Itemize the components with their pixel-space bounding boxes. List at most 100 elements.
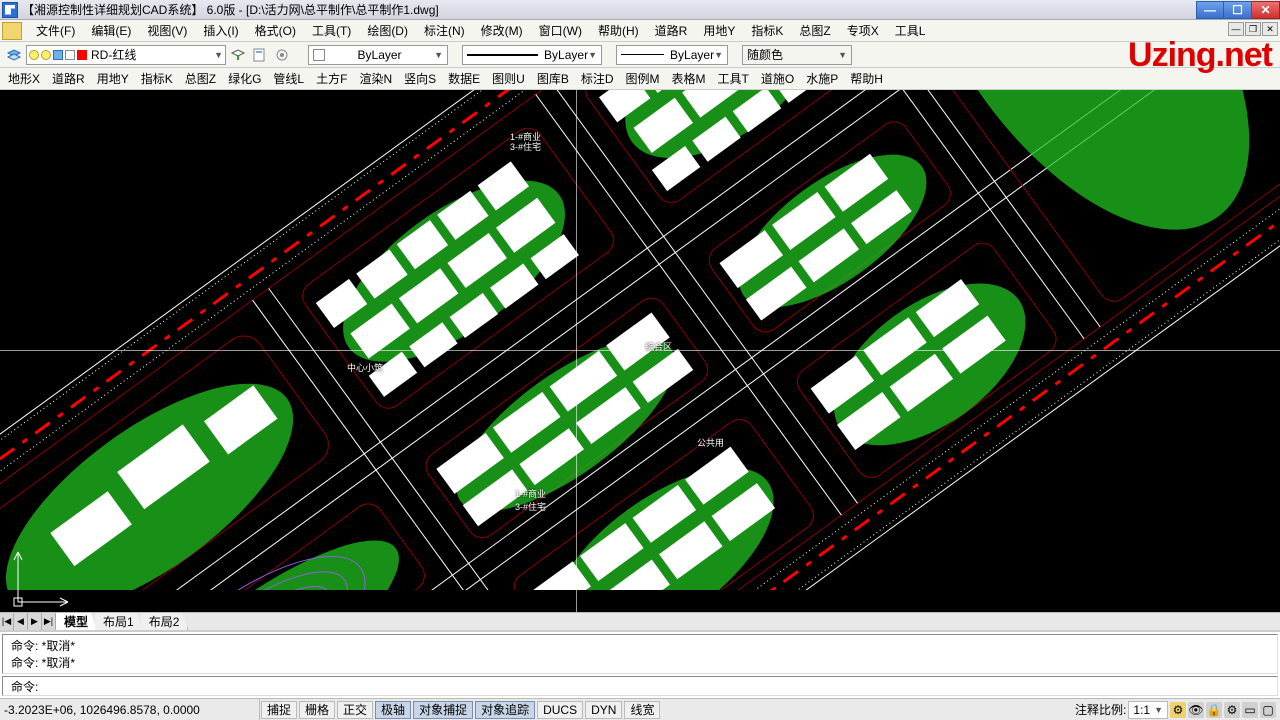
randcolor-value: 随颜色 [747,46,783,63]
brand-logo: Uzing.net [1128,36,1272,75]
t2-index[interactable]: 指标K [135,68,179,89]
tab-nav-prev[interactable]: ◀ [14,613,28,630]
t2-roadf[interactable]: 道施O [755,68,800,89]
dropdown-arrow-icon: ▼ [1154,705,1163,715]
coords-readout[interactable]: -3.2023E+06, 1026496.8578, 0.0000 [0,699,260,720]
toolbar-lock-icon[interactable]: ▭ [1242,702,1258,718]
t2-road[interactable]: 道路R [46,68,91,89]
menu-road[interactable]: 道路R [647,20,696,41]
layout-tabs: |◀ ◀ ▶ ▶| 模型 布局1 布局2 [0,612,1280,630]
mdi-controls: — ❐ ✕ [1227,22,1278,36]
t2-land[interactable]: 用地Y [91,68,135,89]
lock-icon [53,50,63,60]
menu-dim[interactable]: 标注(N) [416,20,473,41]
t2-green[interactable]: 绿化G [222,68,267,89]
statusbar: -3.2023E+06, 1026496.8578, 0.0000 捕捉 栅格 … [0,698,1280,720]
annotation-visibility-icon[interactable]: 👁 [1188,702,1204,718]
menu-land[interactable]: 用地Y [695,20,743,41]
tab-nav-next[interactable]: ▶ [28,613,42,630]
toggle-ducs[interactable]: DUCS [537,701,583,719]
t2-general[interactable]: 总图Z [179,68,222,89]
menu-index[interactable]: 指标K [743,20,791,41]
cmd-history-line: 命令: *取消* [11,637,1269,654]
color-swatch-icon [313,49,325,61]
toggle-dyn[interactable]: DYN [585,701,622,719]
layer-prev-icon[interactable] [228,45,248,65]
dropdown-arrow-icon: ▼ [714,50,723,60]
command-panel: 命令: *取消* 命令: *取消* 命令: *取消* 命令: [0,630,1280,698]
tab-layout1[interactable]: 布局1 [95,613,143,630]
layer-color-swatch [77,50,87,60]
mdi-restore-button[interactable]: ❐ [1245,22,1261,36]
linetype-combo[interactable]: ByLayer ▼ [462,45,602,65]
lineweight-combo[interactable]: ByLayer ▼ [616,45,728,65]
dropdown-arrow-icon: ▼ [588,50,597,60]
t2-dim[interactable]: 标注D [575,68,620,89]
scale-combo[interactable]: 1:1 ▼ [1128,701,1168,719]
t2-legend[interactable]: 图例M [620,68,666,89]
close-button[interactable]: ✕ [1252,1,1280,19]
mdi-close-button[interactable]: ✕ [1262,22,1278,36]
layer-state-icon[interactable] [250,45,270,65]
minimize-button[interactable]: — [1196,1,1224,19]
t2-lib[interactable]: 图库B [531,68,575,89]
app-menu-icon[interactable] [2,22,22,40]
color-combo[interactable]: ByLayer ▼ [308,45,448,65]
maximize-button[interactable]: ☐ [1224,1,1252,19]
cmd-history-line: 命令: *取消* [11,671,1269,674]
toggle-lweight[interactable]: 线宽 [624,701,660,719]
toggle-grid[interactable]: 栅格 [299,701,335,719]
t2-earth[interactable]: 土方F [310,68,353,89]
menu-modify[interactable]: 修改(M) [473,20,531,41]
layer-iso-icon[interactable] [272,45,292,65]
menu-special[interactable]: 专项X [839,20,887,41]
tab-nav-first[interactable]: |◀ [0,613,14,630]
t2-water[interactable]: 水施P [800,68,844,89]
toggle-polar[interactable]: 极轴 [375,701,411,719]
tab-layout2[interactable]: 布局2 [141,613,189,630]
menu-file[interactable]: 文件(F) [28,20,83,41]
randcolor-combo[interactable]: 随颜色 ▼ [742,45,852,65]
menu-view[interactable]: 视图(V) [139,20,195,41]
t2-tools[interactable]: 工具T [712,68,755,89]
cmd-history-line: 命令: *取消* [11,654,1269,671]
drawing-area[interactable]: 中心小筑 1-#商业 3-#住宅 综合区 公共用 1-#商业 3-#住宅 [0,90,1280,612]
t2-help[interactable]: 帮助H [844,68,889,89]
t2-terrain[interactable]: 地形X [2,68,46,89]
tab-model[interactable]: 模型 [56,613,97,630]
t2-vertical[interactable]: 竖向S [398,68,442,89]
lock-icon[interactable]: 🔒 [1206,702,1222,718]
layer-manager-icon[interactable] [4,45,24,65]
drawing-canvas [0,90,1280,590]
t2-table[interactable]: 表格M [666,68,712,89]
t2-data[interactable]: 数据E [442,68,486,89]
command-input[interactable]: 命令: [2,676,1278,696]
workspace-switch-icon[interactable]: ⚙ [1224,702,1240,718]
toggle-ortho[interactable]: 正交 [337,701,373,719]
tab-nav-last[interactable]: ▶| [42,613,56,630]
ucs-icon [8,542,78,612]
menu-window[interactable]: 窗口(W) [531,20,590,41]
toggle-snap[interactable]: 捕捉 [261,701,297,719]
menu-toolsL[interactable]: 工具L [887,20,934,41]
menu-insert[interactable]: 插入(I) [195,20,246,41]
toggle-osnap[interactable]: 对象捕捉 [413,701,473,719]
t2-pipe[interactable]: 管线L [267,68,310,89]
layer-combo[interactable]: RD-红线 ▼ [26,45,226,65]
menu-general[interactable]: 总图Z [791,20,838,41]
t2-rule[interactable]: 图则U [486,68,531,89]
scale-value: 1:1 [1133,703,1150,717]
t2-render[interactable]: 渲染N [353,68,398,89]
menu-tools[interactable]: 工具(T) [304,20,359,41]
clean-screen-icon[interactable]: ▢ [1260,702,1276,718]
drawing-label-park: 中心小筑 [347,361,383,374]
menu-help[interactable]: 帮助(H) [590,20,647,41]
menu-edit[interactable]: 编辑(E) [83,20,139,41]
dropdown-arrow-icon: ▼ [434,50,443,60]
menu-draw[interactable]: 绘图(D) [359,20,416,41]
menu-format[interactable]: 格式(O) [247,20,304,41]
mdi-minimize-button[interactable]: — [1228,22,1244,36]
annotation-scale-icon[interactable]: ⚙ [1170,702,1186,718]
toggle-otrack[interactable]: 对象追踪 [475,701,535,719]
command-history[interactable]: 命令: *取消* 命令: *取消* 命令: *取消* [2,634,1278,674]
